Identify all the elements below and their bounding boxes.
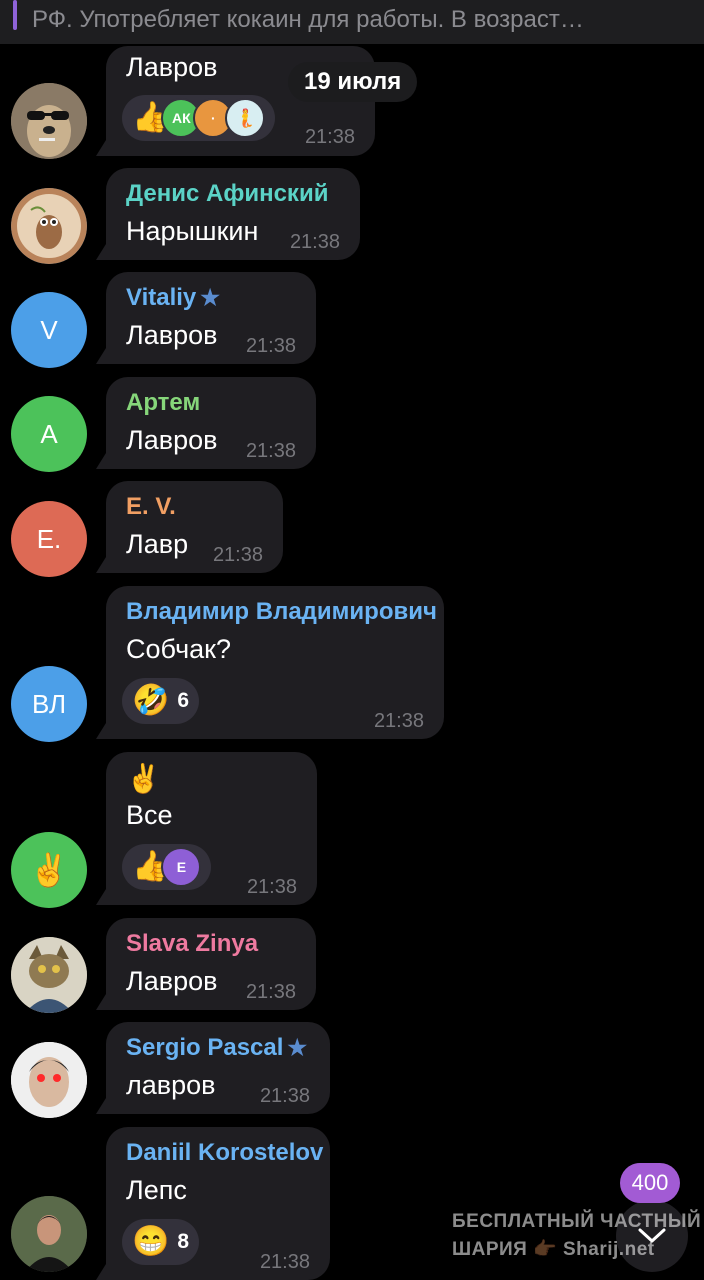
- victory-hand-icon: ✌️: [29, 852, 69, 888]
- reaction-grin[interactable]: 😁 8: [122, 1219, 200, 1265]
- watermark-line: БЕСПЛАТНЫЙ ЧАСТНЫЙ: [452, 1211, 702, 1232]
- message-text: Лавров: [126, 425, 218, 455]
- avatar-dog[interactable]: [11, 83, 87, 159]
- avatar-vladimir[interactable]: ВЛ: [11, 666, 87, 742]
- message-bubble[interactable]: Артем Лавров 21:38: [106, 377, 316, 469]
- message-bubble[interactable]: Sergio Pascal ★ лавров 21:38: [106, 1022, 330, 1114]
- message-bubble[interactable]: Daniil Korostelov Лепс 😁 8 21:38: [106, 1127, 330, 1280]
- avatar-slava[interactable]: [11, 937, 87, 1013]
- reactor-avatar: E: [161, 847, 202, 887]
- date-separator: 19 июля: [288, 62, 418, 102]
- cat-portrait-icon: [11, 937, 87, 1013]
- sender-name[interactable]: Владимир Владимирович: [126, 598, 437, 626]
- reaction-rofl[interactable]: 🤣 6: [122, 678, 200, 724]
- message-time: 21:38: [245, 440, 296, 462]
- message-time: 21:38: [245, 335, 296, 357]
- avatar-initials: V: [40, 314, 58, 345]
- sender-name[interactable]: Денис Афинский: [126, 180, 328, 208]
- victory-hand-icon: ✌️: [126, 763, 161, 794]
- reaction-count: 6: [177, 689, 190, 712]
- owl-coin-icon: [11, 188, 87, 264]
- sender-name[interactable]: Daniil Korostelov: [126, 1139, 323, 1167]
- sender-name[interactable]: E. V.: [126, 493, 176, 521]
- message-time: 21:38: [246, 876, 297, 898]
- message-text: Нарышкин: [126, 216, 259, 246]
- message-bubble[interactable]: Slava Zinya Лавров 21:38: [106, 918, 316, 1010]
- reaction-count: 8: [177, 1230, 190, 1253]
- message-time: 21:38: [212, 544, 263, 566]
- reactor-avatar: 🧜: [225, 98, 266, 138]
- avatar-initials: А: [40, 418, 58, 449]
- grin-icon: 😁: [132, 1225, 170, 1258]
- watermark-line: ШАРИЯ 👉🏾 Sharij.net: [452, 1239, 655, 1260]
- reaction-thumbs-up[interactable]: 👍 АК · 🧜: [122, 95, 276, 141]
- message-time: 21:38: [245, 981, 296, 1003]
- message-time: 21:38: [259, 1251, 310, 1273]
- avatar-victory[interactable]: ✌️: [11, 832, 87, 908]
- unread-count-badge[interactable]: 400: [620, 1163, 680, 1203]
- face-photo-icon: [11, 1042, 87, 1118]
- person-photo-icon: [11, 1196, 87, 1272]
- sender-name[interactable]: Vitaliy ★: [126, 284, 220, 312]
- dog-photo-icon: [11, 83, 87, 159]
- avatar-vitaliy[interactable]: V: [11, 292, 87, 368]
- avatar-initials: E.: [36, 523, 62, 554]
- message-text: Лавров: [126, 52, 218, 82]
- sender-label: Sergio Pascal: [126, 1034, 284, 1061]
- message-text: Лепс: [126, 1175, 187, 1205]
- star-icon: ★: [287, 1035, 308, 1060]
- avatar-sergio[interactable]: [11, 1042, 87, 1118]
- sender-name[interactable]: Sergio Pascal ★: [126, 1034, 307, 1062]
- sender-name[interactable]: Slava Zinya: [126, 930, 258, 958]
- avatar-daniil[interactable]: [11, 1196, 87, 1272]
- star-icon: ★: [200, 285, 220, 310]
- message-time: 21:38: [373, 710, 424, 732]
- message-bubble[interactable]: E. V. Лавр 21:38: [106, 481, 283, 573]
- message-text: Все: [126, 800, 173, 830]
- sender-name[interactable]: Артем: [126, 389, 200, 417]
- avatar-initials: ВЛ: [31, 688, 67, 719]
- pinned-message-text: РФ. Употребляет кокаин для работы. В воз…: [32, 6, 584, 33]
- watermark: БЕСПЛАТНЫЙ ЧАСТНЫЙ ШАРИЯ 👉🏾 Sharij.net: [452, 1208, 701, 1264]
- pinned-indicator: [13, 0, 17, 30]
- message-time: 21:38: [259, 1085, 310, 1107]
- reaction-thumbs-up[interactable]: 👍 E: [122, 844, 212, 890]
- message-text: лавров: [126, 1070, 216, 1100]
- sender-label: Vitaliy: [126, 284, 197, 311]
- rofl-icon: 🤣: [132, 684, 170, 717]
- message-bubble[interactable]: ✌️ Все 👍 E 21:38: [106, 752, 317, 905]
- avatar-ev[interactable]: E.: [11, 501, 87, 577]
- message-bubble[interactable]: Vitaliy ★ Лавров 21:38: [106, 272, 316, 364]
- pinned-message-bar[interactable]: РФ. Употребляет кокаин для работы. В воз…: [0, 0, 704, 44]
- message-time: 21:38: [289, 231, 340, 253]
- message-bubble[interactable]: Владимир Владимирович Собчак? 🤣 6 21:38: [106, 586, 444, 739]
- avatar-owl[interactable]: [11, 188, 87, 264]
- message-text: Лавр: [126, 529, 189, 559]
- message-text: Лавров: [126, 320, 218, 350]
- avatar-artem[interactable]: А: [11, 396, 87, 472]
- message-time: 21:38: [304, 126, 355, 148]
- message-text: Лавров: [126, 966, 218, 996]
- message-text: Собчак?: [126, 634, 231, 664]
- message-bubble[interactable]: Денис Афинский Нарышкин 21:38: [106, 168, 360, 260]
